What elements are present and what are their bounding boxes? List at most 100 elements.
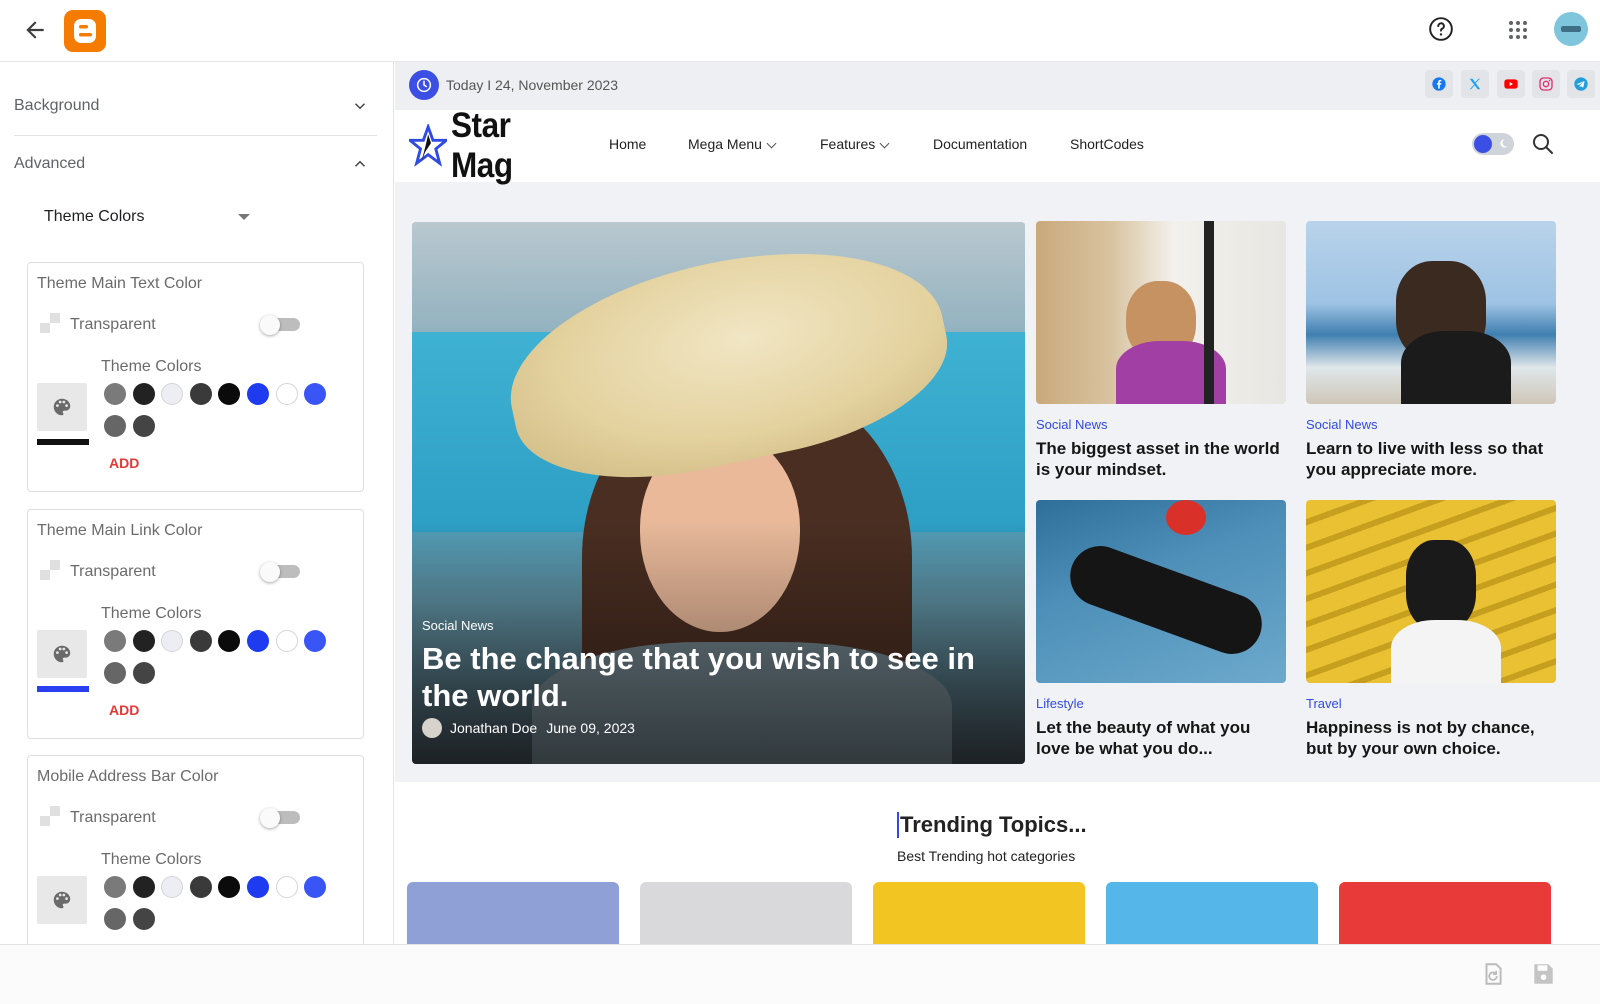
post-category[interactable]: Travel: [1306, 696, 1342, 711]
post-card[interactable]: Social News The biggest asset in the wor…: [1036, 221, 1286, 481]
theme-colors-dropdown[interactable]: Theme Colors: [44, 202, 254, 232]
apps-grid-icon[interactable]: [1506, 18, 1530, 42]
color-swatch[interactable]: [189, 383, 212, 405]
nav-shortcodes[interactable]: ShortCodes: [1070, 136, 1144, 152]
palette-icon: [53, 891, 71, 909]
section-background[interactable]: Background: [14, 77, 377, 135]
section-advanced[interactable]: Advanced: [14, 135, 377, 193]
transparent-toggle[interactable]: [260, 562, 300, 582]
color-swatch[interactable]: [304, 630, 327, 652]
dark-mode-toggle[interactable]: [1472, 133, 1514, 155]
post-title[interactable]: Learn to live with less so that you appr…: [1306, 438, 1558, 480]
color-swatch[interactable]: [132, 415, 155, 437]
back-arrow-icon[interactable]: [22, 17, 48, 43]
card-title: Mobile Address Bar Color: [37, 768, 219, 785]
author-avatar: [422, 718, 442, 738]
hero-title[interactable]: Be the change that you wish to see in th…: [422, 640, 1002, 714]
nav-home[interactable]: Home: [609, 136, 646, 152]
telegram-icon[interactable]: [1567, 70, 1595, 98]
youtube-icon[interactable]: [1497, 70, 1525, 98]
post-title[interactable]: Let the beauty of what you love be what …: [1036, 717, 1288, 759]
avatar[interactable]: [1554, 12, 1588, 46]
post-card[interactable]: Lifestyle Let the beauty of what you lov…: [1036, 500, 1286, 760]
chevron-down-icon: [879, 138, 890, 149]
color-swatch[interactable]: [304, 876, 327, 898]
color-swatch[interactable]: [132, 383, 155, 405]
color-swatch[interactable]: [189, 630, 212, 652]
color-swatch[interactable]: [218, 630, 241, 652]
color-swatch[interactable]: [247, 630, 269, 652]
instagram-icon[interactable]: [1532, 70, 1560, 98]
transparent-label: Transparent: [70, 316, 156, 333]
author-name[interactable]: Jonathan Doe: [450, 720, 537, 736]
help-icon[interactable]: [1428, 16, 1454, 42]
color-swatch[interactable]: [275, 630, 298, 652]
color-swatch[interactable]: [247, 876, 269, 898]
color-swatch[interactable]: [275, 383, 298, 405]
nav-label: Mega Menu: [688, 136, 762, 152]
nav-documentation[interactable]: Documentation: [933, 136, 1027, 152]
color-swatch[interactable]: [304, 383, 327, 405]
current-color-bar: [37, 686, 89, 692]
color-swatch[interactable]: [218, 383, 241, 405]
post-title[interactable]: Happiness is not by chance, but by your …: [1306, 717, 1558, 759]
trending-card[interactable]: [1106, 882, 1318, 944]
post-card[interactable]: Travel Happiness is not by chance, but b…: [1306, 500, 1556, 760]
color-swatch[interactable]: [132, 908, 155, 930]
settings-panel: Background Advanced Theme Colors Theme M…: [0, 62, 394, 944]
nav-features[interactable]: Features: [820, 136, 890, 152]
color-swatch[interactable]: [104, 908, 126, 930]
post-category[interactable]: Social News: [1036, 417, 1108, 432]
color-picker-button[interactable]: [37, 876, 87, 924]
color-swatch[interactable]: [104, 383, 126, 405]
transparent-toggle[interactable]: [260, 315, 300, 335]
color-swatch[interactable]: [161, 383, 184, 405]
color-picker-button[interactable]: [37, 383, 87, 431]
trending-card[interactable]: [873, 882, 1085, 944]
top-app-bar: [0, 0, 1600, 62]
color-swatch[interactable]: [161, 630, 184, 652]
color-swatch[interactable]: [104, 630, 126, 652]
site-logo[interactable]: Star Mag: [409, 106, 589, 185]
nav-label: ShortCodes: [1070, 136, 1144, 152]
trending-card[interactable]: [407, 882, 619, 944]
theme-colors-label: Theme Colors: [101, 358, 202, 375]
mobile-address-bar-color-card: Mobile Address Bar Color Transparent The…: [27, 755, 364, 944]
nav-mega-menu[interactable]: Mega Menu: [688, 136, 777, 152]
blogger-logo[interactable]: [64, 10, 106, 52]
color-swatch[interactable]: [104, 415, 126, 437]
color-swatch[interactable]: [218, 876, 241, 898]
post-card[interactable]: Social News Learn to live with less so t…: [1306, 221, 1556, 481]
add-color-button[interactable]: ADD: [109, 702, 139, 718]
color-swatch[interactable]: [132, 876, 155, 898]
search-icon[interactable]: [1531, 132, 1555, 156]
card-title: Theme Main Link Color: [37, 522, 203, 539]
color-swatch[interactable]: [161, 876, 184, 898]
hero-category[interactable]: Social News: [422, 618, 494, 633]
color-picker-button[interactable]: [37, 630, 87, 678]
facebook-icon[interactable]: [1425, 70, 1453, 98]
color-swatch[interactable]: [104, 876, 126, 898]
trending-card[interactable]: [1339, 882, 1551, 944]
theme-main-link-color-card: Theme Main Link Color Transparent Theme …: [27, 509, 364, 739]
post-thumbnail: [1306, 221, 1556, 404]
color-swatch[interactable]: [275, 876, 298, 898]
add-color-button[interactable]: ADD: [109, 455, 139, 471]
nav-label: Home: [609, 136, 647, 152]
post-category[interactable]: Lifestyle: [1036, 696, 1084, 711]
theme-colors-label: Theme Colors: [101, 605, 202, 622]
post-category[interactable]: Social News: [1306, 417, 1378, 432]
color-swatch[interactable]: [104, 662, 126, 684]
x-twitter-icon[interactable]: [1461, 70, 1489, 98]
color-swatch[interactable]: [132, 630, 155, 652]
color-swatch[interactable]: [189, 876, 212, 898]
trending-card[interactable]: [640, 882, 852, 944]
color-swatch[interactable]: [247, 383, 269, 405]
palette-icon: [53, 645, 71, 663]
revert-icon[interactable]: [1480, 961, 1506, 987]
transparent-toggle[interactable]: [260, 808, 300, 828]
save-icon[interactable]: [1530, 961, 1556, 987]
color-swatch[interactable]: [132, 662, 155, 684]
post-title[interactable]: The biggest asset in the world is your m…: [1036, 438, 1288, 480]
hero-post[interactable]: Social News Be the change that you wish …: [412, 222, 1025, 764]
